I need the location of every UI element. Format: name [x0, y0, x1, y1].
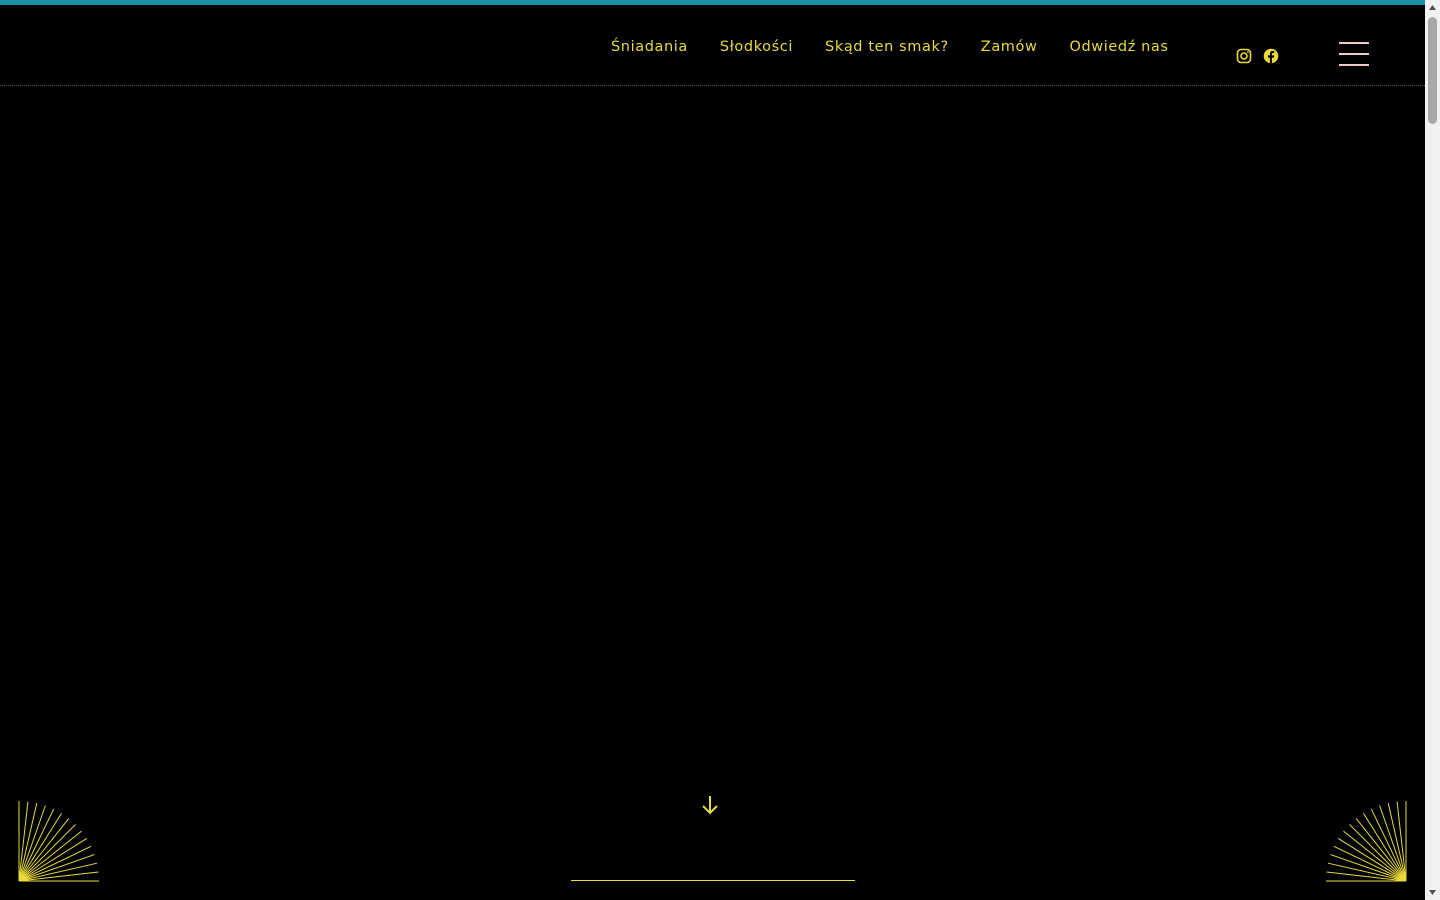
nav-link-skad-ten-smak[interactable]: Skąd ten smak?	[825, 39, 949, 55]
facebook-icon[interactable]	[1263, 48, 1279, 64]
arrow-down-icon[interactable]	[700, 794, 720, 816]
scrollbar-thumb[interactable]	[1428, 17, 1437, 124]
main-nav: Śniadania Słodkości Skąd ten smak? Zamów…	[611, 39, 1169, 55]
nav-link-slodkosci[interactable]: Słodkości	[720, 39, 793, 55]
hero-bottom-rule	[571, 880, 855, 881]
instagram-icon[interactable]	[1236, 48, 1252, 64]
scrollbar[interactable]	[1425, 0, 1440, 900]
site-header: Śniadania Słodkości Skąd ten smak? Zamów…	[0, 5, 1425, 86]
hamburger-menu-icon[interactable]	[1339, 40, 1369, 68]
scroll-up-arrow-icon[interactable]	[1425, 0, 1440, 15]
header-divider	[0, 85, 1425, 86]
social-links	[1236, 48, 1279, 64]
sunburst-icon	[1326, 801, 1407, 882]
nav-link-sniadania[interactable]: Śniadania	[611, 39, 688, 55]
scroll-down-arrow-icon[interactable]	[1425, 885, 1440, 900]
sunburst-icon	[18, 801, 99, 882]
nav-link-zamow[interactable]: Zamów	[981, 39, 1038, 55]
nav-link-odwiedz-nas[interactable]: Odwiedź nas	[1069, 39, 1168, 55]
